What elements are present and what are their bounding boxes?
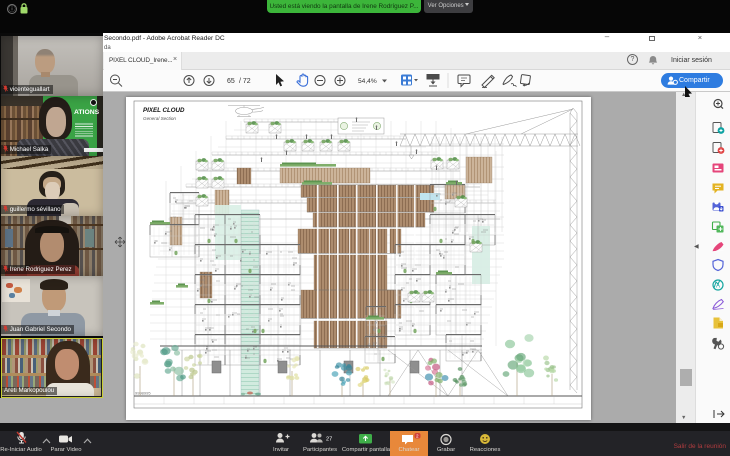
svg-text:PIXEL CLOUD: PIXEL CLOUD: [143, 107, 185, 114]
svg-text:/ 72: / 72: [239, 78, 251, 85]
svg-text:9998995: 9998995: [135, 391, 151, 396]
svg-text:A: A: [716, 284, 720, 290]
svg-text:General Section: General Section: [143, 116, 176, 121]
svg-text:2: 2: [416, 434, 419, 439]
svg-text:65: 65: [227, 78, 235, 85]
svg-text:27: 27: [326, 437, 332, 443]
svg-text:54,4%: 54,4%: [358, 78, 377, 85]
